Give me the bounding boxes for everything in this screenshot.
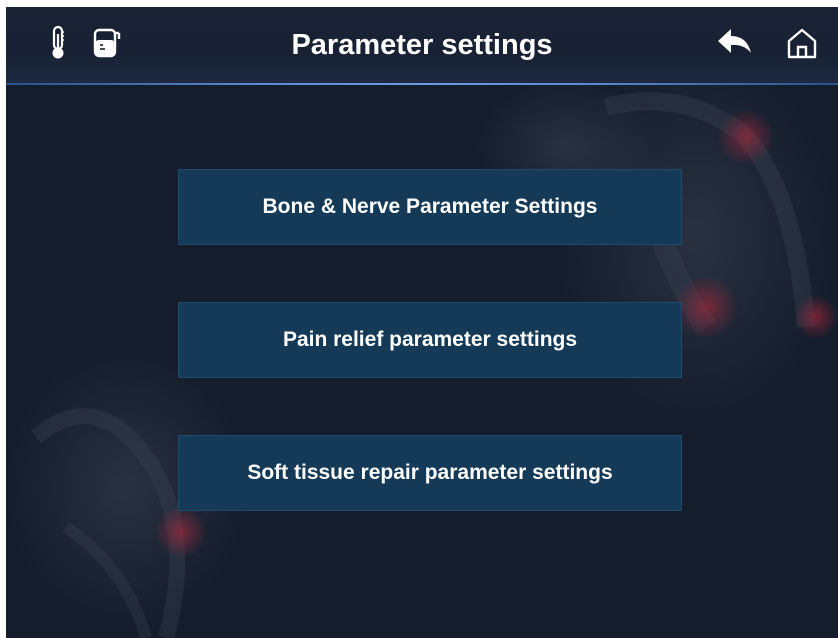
- pain-relief-settings-button[interactable]: Pain relief parameter settings: [178, 302, 682, 378]
- bone-nerve-settings-button[interactable]: Bone & Nerve Parameter Settings: [178, 169, 682, 245]
- soft-tissue-repair-settings-button[interactable]: Soft tissue repair parameter settings: [178, 435, 682, 511]
- thermometer-icon[interactable]: [40, 25, 76, 61]
- back-arrow-icon[interactable]: [714, 25, 751, 61]
- app-screen: Parameter settings Bone & Nerve Paramete…: [6, 7, 838, 638]
- home-icon[interactable]: [784, 25, 820, 61]
- water-tank-icon[interactable]: [88, 25, 124, 61]
- header-divider: [6, 83, 838, 85]
